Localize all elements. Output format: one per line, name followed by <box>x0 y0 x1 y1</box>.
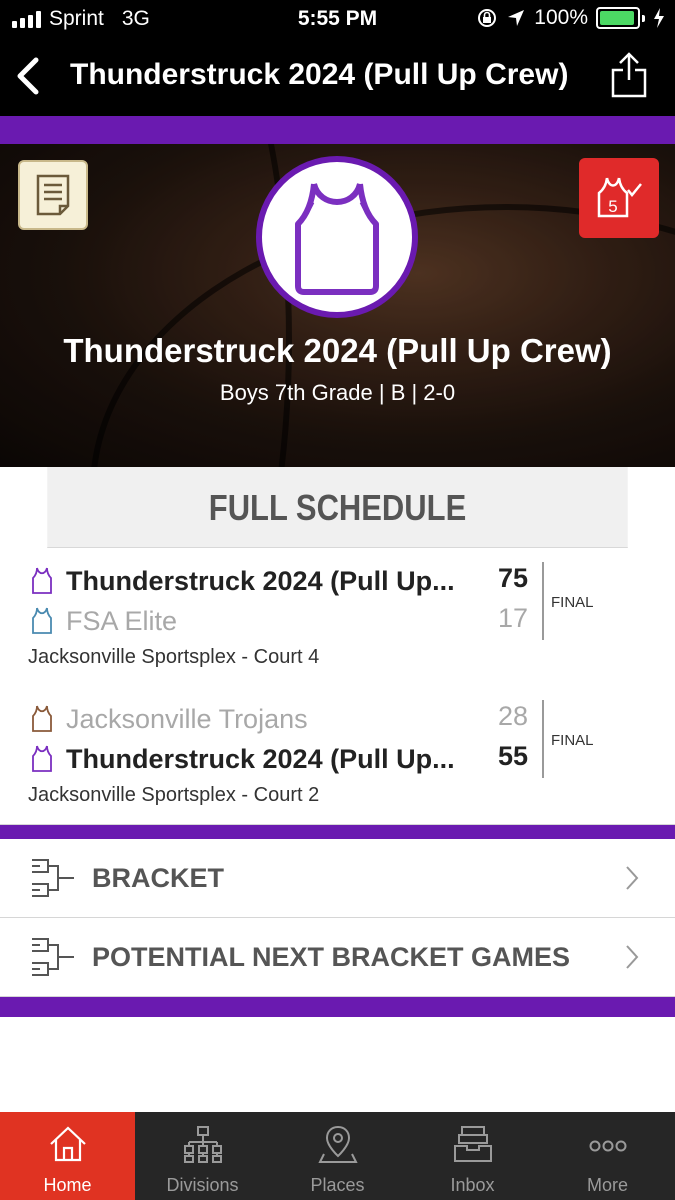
accent-bar <box>0 116 675 144</box>
team-score: 75 <box>497 563 528 593</box>
bracket-icon <box>32 938 74 976</box>
team-score: 17 <box>497 603 528 633</box>
game-card[interactable]: Thunderstruck 2024 (Pull Up... 75 FSA El… <box>0 548 675 687</box>
tab-inbox[interactable]: Inbox <box>405 1112 540 1200</box>
notes-button[interactable] <box>18 160 88 230</box>
jersey-check-icon: 5 <box>597 177 642 218</box>
team-score: 28 <box>497 701 528 731</box>
notes-icon <box>36 174 70 216</box>
schedule-header: FULL SCHEDULE <box>47 467 628 548</box>
charging-icon <box>654 8 664 28</box>
team-score: 55 <box>497 741 528 771</box>
game-card[interactable]: Jacksonville Trojans 28 Thunderstruck 20… <box>0 686 675 825</box>
team-name: Thunderstruck 2024 (Pull Up... <box>66 743 455 774</box>
team-hero: 5 Thunderstruck 2024 (Pull Up Crew) Boys… <box>0 144 675 467</box>
tab-divisions[interactable]: Divisions <box>135 1112 270 1200</box>
page-title: Thunderstruck 2024 (Pull Up Crew) <box>70 58 569 91</box>
menu-label: POTENTIAL NEXT BRACKET GAMES <box>92 942 571 972</box>
jersey-icon <box>32 705 52 732</box>
share-icon[interactable] <box>609 50 649 100</box>
jersey-icon <box>32 567 52 594</box>
team-meta: Boys 7th Grade | B | 2-0 <box>219 380 456 405</box>
jersey-icon <box>32 607 52 634</box>
tab-home[interactable]: Home <box>0 1112 135 1200</box>
team-row: Jacksonville Trojans <box>30 701 308 737</box>
battery-icon <box>596 7 640 29</box>
vote-button[interactable]: 5 <box>579 158 659 238</box>
places-icon <box>318 1125 358 1163</box>
status-bar: Sprint 3G 5:55 PM 100% <box>0 0 675 38</box>
tab-more[interactable]: More <box>540 1112 675 1200</box>
team-name: Thunderstruck 2024 (Pull Up Crew) <box>63 332 612 369</box>
rotation-lock-icon <box>478 9 497 27</box>
jersey-icon <box>32 745 52 772</box>
team-logo <box>256 156 418 318</box>
chevron-right-icon <box>626 945 639 969</box>
chevron-right-icon <box>626 866 639 890</box>
team-row: FSA Elite <box>30 603 177 639</box>
game-venue: Jacksonville Sportsplex - Court 2 <box>28 784 320 806</box>
team-row: Thunderstruck 2024 (Pull Up... <box>30 741 455 777</box>
team-name: Jacksonville Trojans <box>66 703 308 734</box>
team-name: Thunderstruck 2024 (Pull Up... <box>66 565 455 596</box>
tab-bar: Home Divisions Places Inbox More <box>0 1112 675 1200</box>
accent-bar <box>0 825 675 839</box>
accent-bar <box>0 997 675 1017</box>
svg-text:5: 5 <box>608 197 617 216</box>
game-status: FINAL <box>551 594 594 611</box>
location-icon <box>508 10 525 26</box>
team-name: FSA Elite <box>66 605 178 636</box>
divisions-icon <box>184 1126 222 1163</box>
game-status: FINAL <box>551 732 594 749</box>
inbox-icon <box>454 1126 492 1162</box>
home-icon <box>50 1126 86 1162</box>
navigation-bar: Thunderstruck 2024 (Pull Up Crew) <box>0 38 675 116</box>
potential-next-bracket-games-row[interactable]: POTENTIAL NEXT BRACKET GAMES <box>0 918 675 997</box>
game-venue: Jacksonville Sportsplex - Court 4 <box>28 646 320 668</box>
bracket-icon <box>32 859 74 897</box>
battery-percent: 100% <box>534 6 588 29</box>
tab-places[interactable]: Places <box>270 1112 405 1200</box>
tab-label: Home <box>43 1175 92 1195</box>
tab-label: More <box>586 1175 628 1195</box>
tab-label: Places <box>310 1175 365 1195</box>
tab-label: Inbox <box>450 1175 495 1195</box>
jersey-icon <box>295 182 379 295</box>
team-row: Thunderstruck 2024 (Pull Up... <box>30 563 455 599</box>
more-icon <box>589 1140 627 1152</box>
back-chevron-icon[interactable] <box>12 54 52 98</box>
menu-label: BRACKET <box>92 863 224 893</box>
bracket-row[interactable]: BRACKET <box>0 839 675 918</box>
tab-label: Divisions <box>166 1175 239 1195</box>
